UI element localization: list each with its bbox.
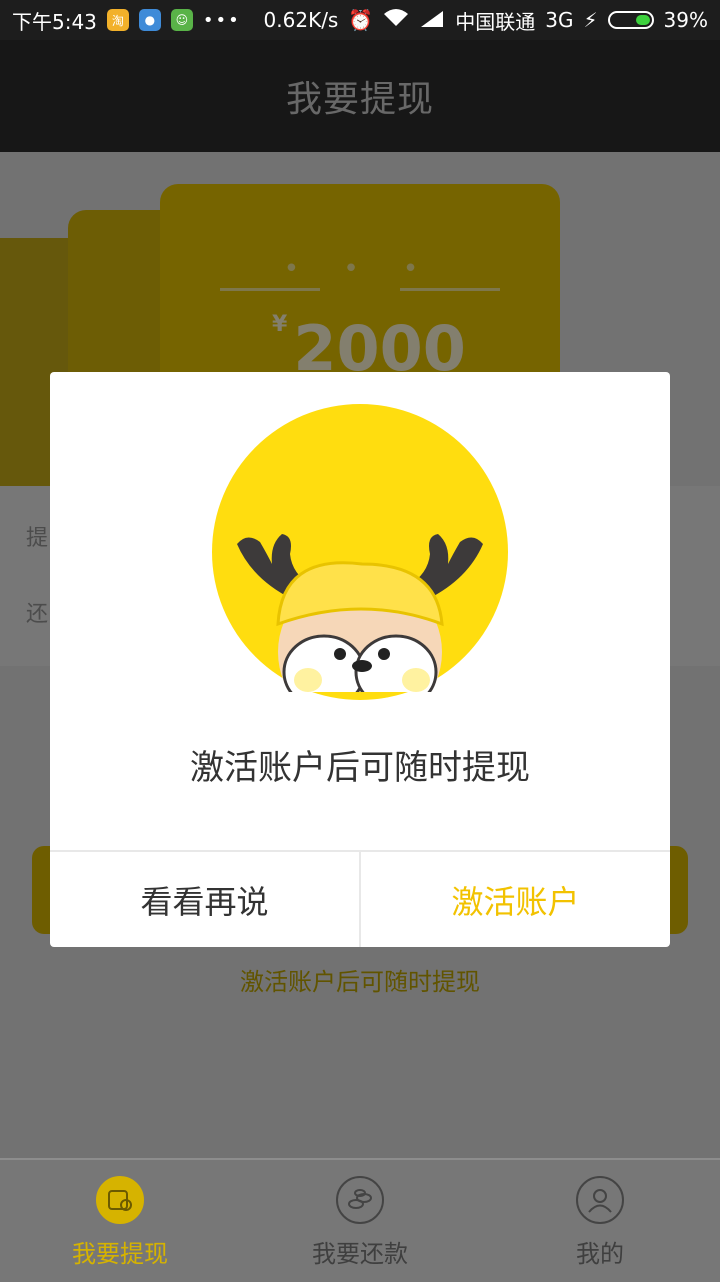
deer-mascot-icon — [212, 404, 508, 700]
wifi-icon — [383, 8, 409, 33]
message-app-icon: ● — [138, 9, 161, 31]
nav-withdraw[interactable]: 我要提现 — [0, 1160, 240, 1282]
alarm-icon: ⏰ — [348, 8, 374, 32]
carrier-name: 中国联通 — [455, 9, 536, 34]
wallet-icon — [96, 1176, 144, 1224]
activate-account-button[interactable]: 激活账户 — [361, 852, 670, 947]
dialog-actions: 看看再说 激活账户 — [50, 850, 670, 947]
battery-icon — [607, 11, 654, 29]
charging-icon: ⚡ — [583, 8, 598, 32]
network-type: 3G — [545, 8, 574, 32]
dialog-message: 激活账户后可随时提现 — [190, 748, 530, 788]
nav-repay[interactable]: 我要还款 — [240, 1160, 480, 1282]
status-bar: 下午5:43 淘 ● ☺ ••• 0.62K/s ⏰ 中国联通 3G ⚡ 39% — [0, 0, 720, 40]
nav-me[interactable]: 我的 — [480, 1160, 720, 1282]
battery-level: 39% — [663, 8, 708, 32]
nav-repay-label: 我要还款 — [312, 1240, 408, 1268]
dismiss-button[interactable]: 看看再说 — [50, 852, 361, 947]
status-time: 下午5:43 — [12, 9, 97, 34]
user-icon — [576, 1176, 624, 1224]
nav-me-label: 我的 — [576, 1240, 624, 1268]
bottom-nav: 我要提现 我要还款 我的 — [0, 1158, 720, 1282]
coins-icon — [336, 1176, 384, 1224]
nav-withdraw-label: 我要提现 — [72, 1240, 168, 1268]
activate-dialog: 激活账户后可随时提现 看看再说 激活账户 — [50, 372, 670, 947]
signal-icon — [419, 8, 445, 32]
network-speed: 0.62K/s — [263, 8, 339, 32]
taobao-icon: 淘 — [106, 9, 129, 31]
android-icon: ☺ — [170, 9, 193, 31]
more-notifications-icon: ••• — [202, 9, 241, 31]
